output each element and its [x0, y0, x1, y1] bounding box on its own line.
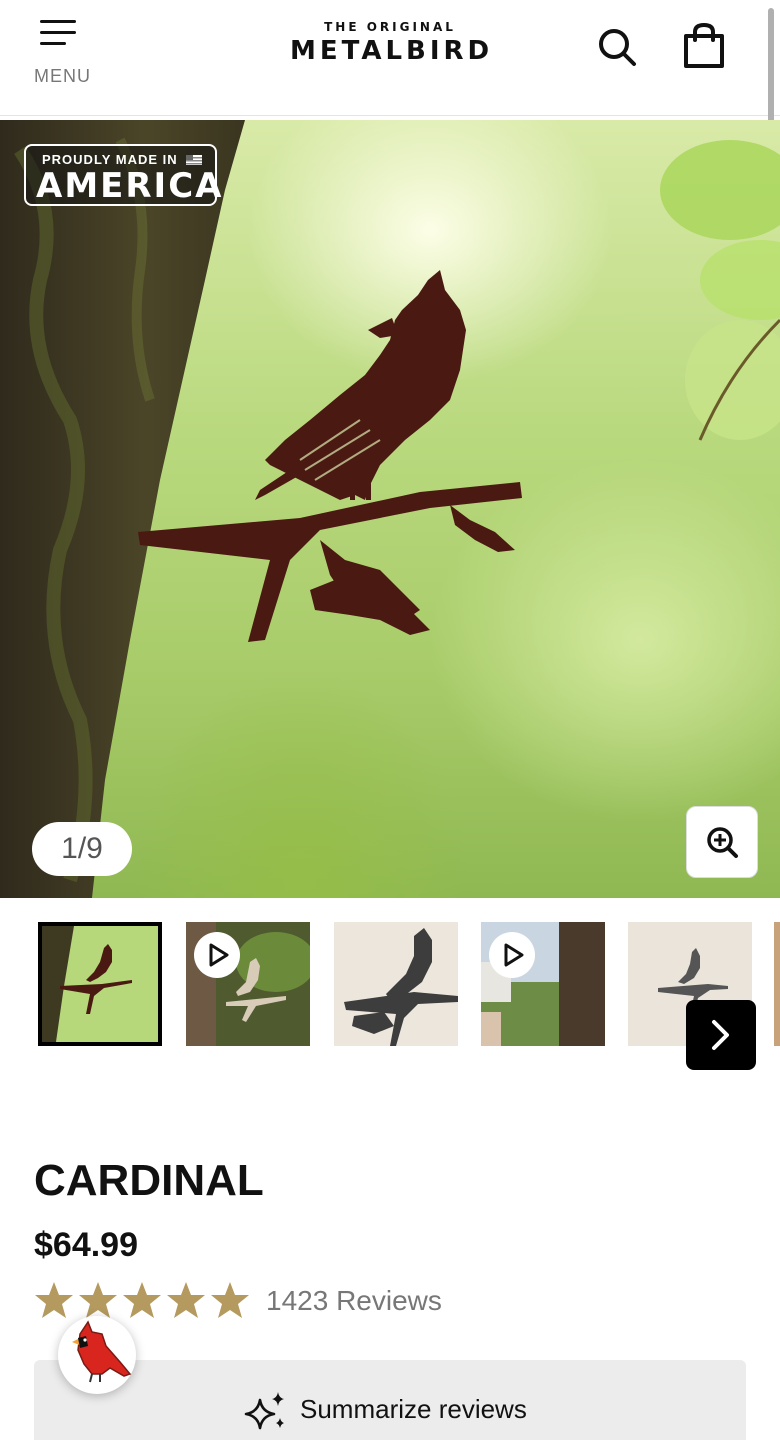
- star-icon: [35, 1282, 73, 1318]
- product-price: $64.99: [34, 1226, 138, 1264]
- star-icon: [211, 1282, 249, 1318]
- star-icon: [167, 1282, 205, 1318]
- cart-button[interactable]: [680, 22, 728, 70]
- cardinal-mascot-icon: [72, 1320, 132, 1383]
- play-icon: [209, 943, 229, 967]
- search-button[interactable]: [594, 24, 640, 70]
- logo[interactable]: THE ORIGINAL METALBIRD: [290, 20, 490, 66]
- thumbnail-2[interactable]: [186, 922, 310, 1046]
- chevron-right-icon: [712, 1020, 729, 1050]
- star-icon: [123, 1282, 161, 1318]
- logo-tagline: THE ORIGINAL: [324, 20, 456, 34]
- badge-line-1: PROUDLY MADE IN: [42, 152, 178, 167]
- search-icon: [599, 29, 636, 66]
- menu-button[interactable]: MENU: [30, 16, 94, 90]
- star-rating[interactable]: [34, 1280, 254, 1320]
- thumbnail-3[interactable]: [334, 922, 458, 1046]
- thumbnail-4[interactable]: [481, 922, 605, 1046]
- star-icon: [79, 1282, 117, 1318]
- made-in-america-badge: PROUDLY MADE IN AMERICA: [24, 144, 221, 206]
- video-play-badge: [194, 932, 240, 978]
- badge-line-2: AMERICA: [36, 166, 224, 206]
- shopping-bag-icon: [684, 22, 724, 68]
- summarize-reviews-button[interactable]: Summarize reviews: [34, 1360, 746, 1440]
- menu-label: MENU: [34, 66, 91, 86]
- thumbnail-next-button[interactable]: [686, 1000, 756, 1070]
- summarize-reviews-label: Summarize reviews: [300, 1394, 527, 1424]
- chat-widget-button[interactable]: [58, 1316, 136, 1394]
- zoom-button[interactable]: [686, 806, 758, 878]
- cardinal-silhouette-image: [138, 270, 522, 642]
- thumbnail-6-edge: [774, 922, 780, 1046]
- zoom-in-icon: [707, 827, 738, 858]
- us-flag-icon: [186, 155, 202, 165]
- thumbnail-1[interactable]: [38, 922, 162, 1046]
- thumbnail-strip: [0, 920, 780, 1070]
- site-header: MENU THE ORIGINAL METALBIRD: [0, 0, 780, 116]
- play-icon: [504, 943, 524, 967]
- logo-wordmark: METALBIRD: [290, 36, 494, 66]
- product-main-image[interactable]: PROUDLY MADE IN AMERICA 1/9: [0, 120, 780, 898]
- thumbnail-image: [42, 926, 158, 1042]
- image-counter: 1/9: [32, 822, 132, 876]
- reviews-link[interactable]: 1423 Reviews: [266, 1285, 442, 1317]
- product-title: CARDINAL: [34, 1156, 264, 1205]
- video-play-badge: [489, 932, 535, 978]
- sparkles-icon: [244, 1392, 284, 1430]
- thumbnail-image: [334, 922, 458, 1046]
- menu-icon: [40, 20, 76, 46]
